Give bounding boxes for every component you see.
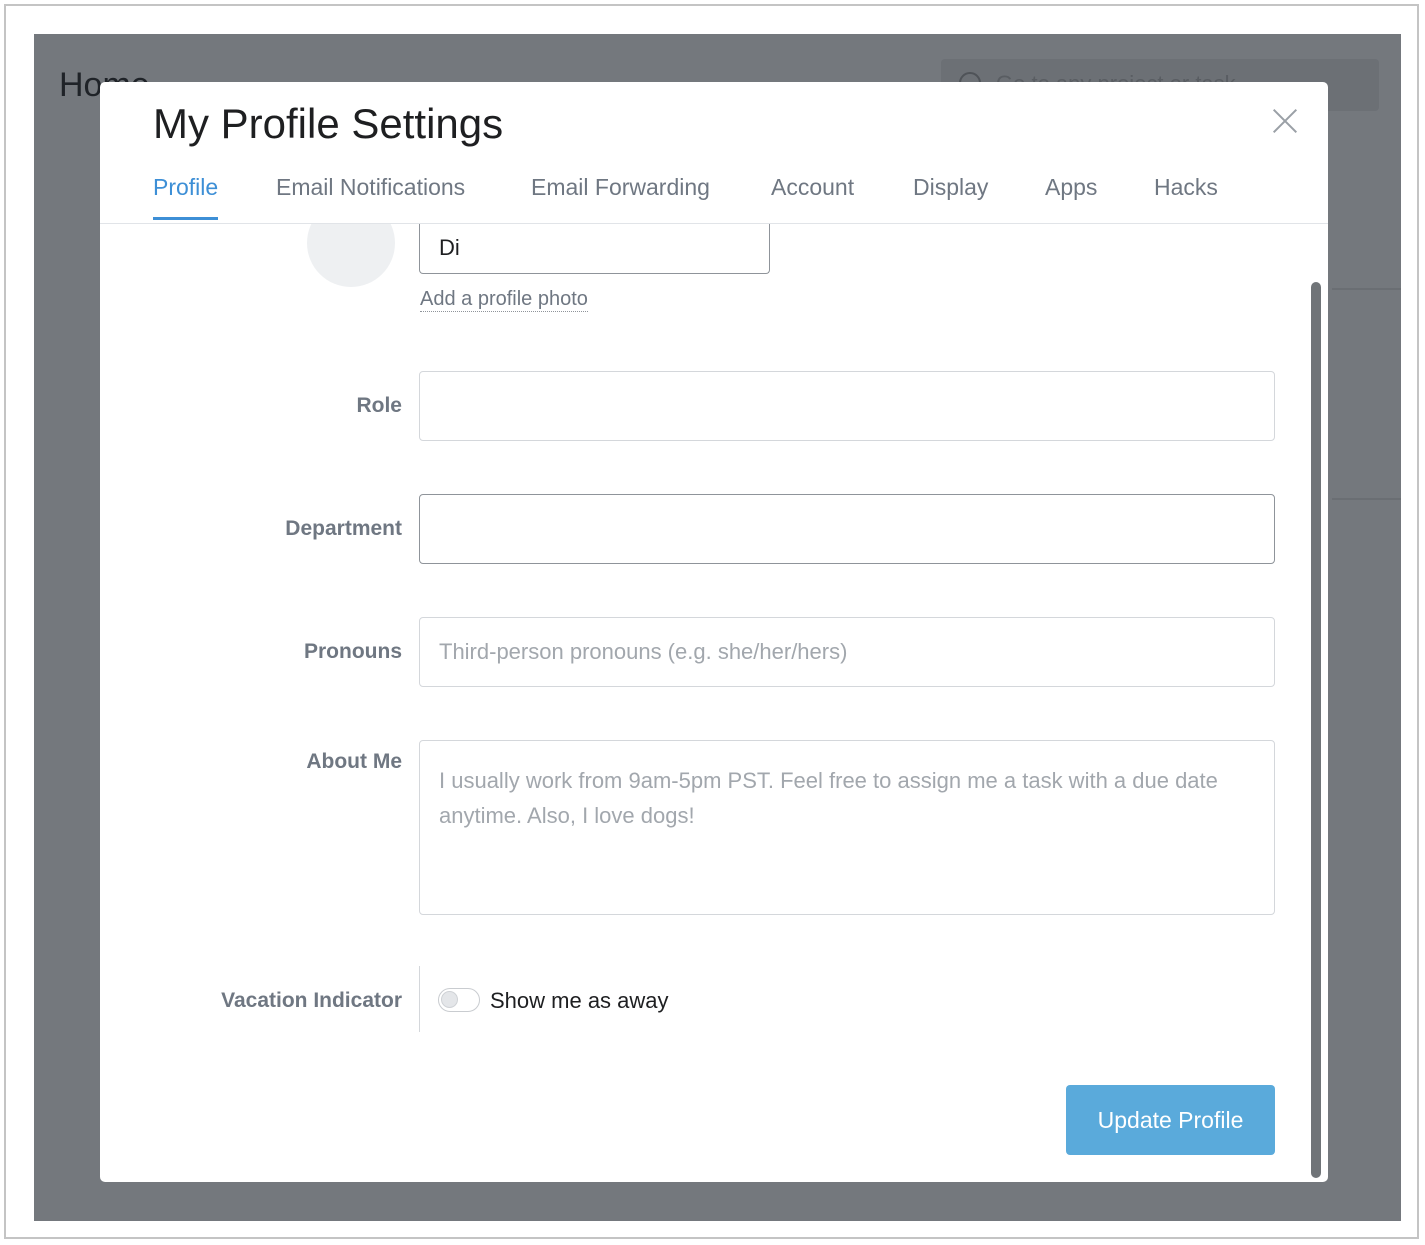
screenshot-frame: Home Go to any project or task My Profil… (4, 4, 1419, 1239)
add-profile-photo-link[interactable]: Add a profile photo (420, 287, 588, 312)
pronouns-placeholder: Third-person pronouns (e.g. she/her/hers… (439, 639, 848, 664)
about-me-textarea[interactable]: I usually work from 9am-5pm PST. Feel fr… (419, 740, 1275, 915)
pronouns-label: Pronouns (304, 640, 402, 663)
modal-title: My Profile Settings (153, 100, 504, 147)
background-divider (1332, 498, 1401, 500)
name-value: Di (439, 234, 460, 260)
profile-form: Di Add a profile photo Role Department P… (100, 224, 1328, 1182)
tab-profile[interactable]: Profile (153, 174, 219, 220)
role-input[interactable] (419, 371, 1275, 441)
background-divider (1332, 288, 1401, 290)
settings-tabs: Profile Email Notifications Email Forwar… (153, 174, 1328, 224)
department-input[interactable] (419, 494, 1275, 564)
profile-settings-modal: My Profile Settings Profile Email Notifi… (100, 82, 1328, 1182)
toggle-knob (441, 991, 458, 1008)
tab-email-forwarding[interactable]: Email Forwarding (531, 174, 710, 217)
vacation-indicator-label: Vacation Indicator (221, 989, 402, 1012)
vacation-divider (419, 966, 420, 1032)
tab-hacks[interactable]: Hacks (1154, 174, 1218, 217)
avatar[interactable] (307, 224, 395, 287)
tab-display[interactable]: Display (913, 174, 988, 217)
tab-apps[interactable]: Apps (1045, 174, 1097, 217)
pronouns-input[interactable]: Third-person pronouns (e.g. she/her/hers… (419, 617, 1275, 687)
tab-account[interactable]: Account (771, 174, 854, 217)
close-icon[interactable] (1272, 108, 1298, 134)
about-me-placeholder: I usually work from 9am-5pm PST. Feel fr… (439, 768, 1218, 828)
name-input[interactable]: Di (419, 224, 770, 274)
tab-email-notifications[interactable]: Email Notifications (276, 174, 465, 217)
vacation-toggle-label[interactable]: Show me as away (490, 988, 669, 1014)
scrollbar[interactable] (1311, 282, 1321, 1178)
role-label: Role (356, 394, 402, 417)
about-me-label: About Me (306, 750, 402, 773)
update-profile-button[interactable]: Update Profile (1066, 1085, 1275, 1155)
vacation-toggle[interactable] (438, 988, 480, 1012)
department-label: Department (285, 517, 402, 540)
